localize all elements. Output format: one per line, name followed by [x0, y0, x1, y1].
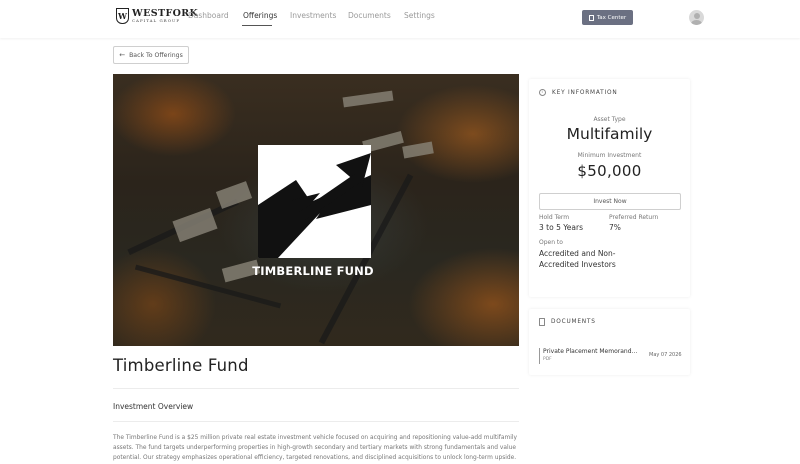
document-name: Private Placement Memorand...: [543, 348, 638, 355]
document-item[interactable]: Private Placement Memorand... PDF May 07…: [539, 348, 682, 364]
aerial-building: [342, 90, 394, 108]
minimum-investment-value: $50,000: [577, 162, 642, 180]
mountain-arrow-icon: [258, 153, 371, 258]
fund-hero-image: TIMBERLINE FUND: [113, 74, 519, 346]
document-type: PDF: [543, 357, 552, 362]
overview-text: The Timberline Fund is a $25 million pri…: [113, 435, 517, 461]
nav-dashboard[interactable]: Dashboard: [188, 11, 229, 20]
key-information-panel: i KEY INFORMATION Asset Type Multifamily…: [529, 79, 690, 297]
preferred-return-value: 7%: [609, 223, 621, 232]
nav-offerings[interactable]: Offerings: [243, 11, 277, 20]
document-icon: [588, 14, 594, 21]
document-date: May 07 2026: [649, 352, 682, 358]
invest-now-button[interactable]: Invest Now: [539, 193, 681, 210]
info-icon: i: [539, 89, 546, 96]
hero-fund-name: TIMBERLINE FUND: [252, 264, 374, 278]
page-title: Timberline Fund: [113, 356, 249, 375]
open-to-label: Open to: [539, 239, 563, 246]
documents-heading: DOCUMENTS: [551, 318, 596, 325]
user-avatar[interactable]: [689, 10, 704, 25]
key-information-header: i KEY INFORMATION: [539, 89, 618, 96]
key-information-heading: KEY INFORMATION: [552, 89, 618, 96]
overview-heading: Investment Overview: [113, 402, 194, 411]
asset-type-label: Asset Type: [593, 116, 626, 123]
aerial-building: [402, 141, 434, 159]
open-to-value: Accredited and Non-Accredited Investors: [539, 249, 616, 269]
tax-center-button[interactable]: Tax Center: [582, 10, 633, 25]
nav-investments[interactable]: Investments: [290, 11, 336, 20]
aerial-building: [172, 207, 218, 243]
hold-term-label: Hold Term: [539, 214, 570, 221]
documents-panel: DOCUMENTS Private Placement Memorand... …: [529, 309, 690, 375]
divider: [113, 388, 519, 389]
divider: [113, 421, 519, 422]
minimum-investment-label: Minimum Investment: [577, 152, 642, 159]
top-navigation-bar: W WESTFORK CAPITAL GROUP Dashboard Offer…: [0, 0, 800, 38]
hold-term-value: 3 to 5 Years: [539, 223, 584, 232]
back-to-offerings-button[interactable]: ← Back To Offerings: [113, 46, 189, 64]
nav-documents[interactable]: Documents: [348, 11, 391, 20]
nav-active-indicator: [242, 25, 272, 26]
main-nav: Dashboard Offerings Investments Document…: [0, 11, 800, 31]
documents-header: DOCUMENTS: [539, 318, 596, 326]
arrow-left-icon: ←: [119, 51, 126, 59]
nav-settings[interactable]: Settings: [404, 11, 435, 20]
fund-logo-card: [258, 145, 371, 258]
document-icon: [539, 318, 545, 326]
tax-center-label: Tax Center: [596, 14, 627, 21]
back-button-label: Back To Offerings: [129, 51, 183, 59]
preferred-return-label: Preferred Return: [609, 214, 659, 221]
asset-type-value: Multifamily: [566, 125, 653, 143]
